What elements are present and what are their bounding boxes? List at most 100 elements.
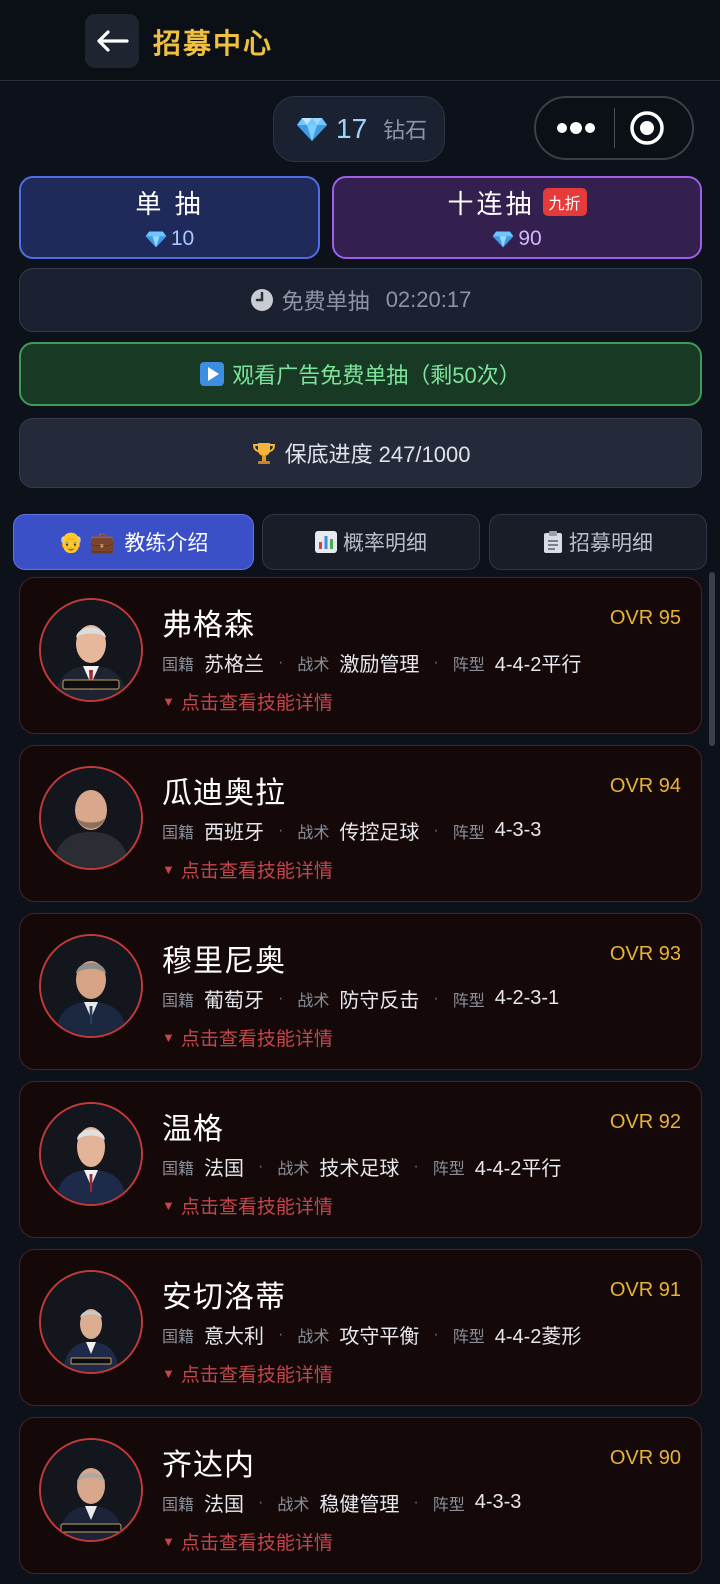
separator-dot: · [258, 1493, 264, 1511]
skill-detail-label: 点击查看技能详情 [180, 1029, 333, 1050]
skill-detail-link[interactable]: ▼ 点击查看技能详情 [162, 1192, 333, 1219]
capsule-divider [614, 108, 615, 148]
ten-draw-button[interactable]: 十连抽 九折 90 [332, 176, 702, 259]
single-draw-cost-value: 10 [170, 227, 195, 250]
separator-dot: · [433, 1325, 439, 1343]
coach-ovr: OVR 92 [609, 1111, 681, 1133]
coach-portrait-icon [41, 1440, 141, 1540]
header-bar: 招募中心 [0, 0, 720, 81]
skill-detail-label: 点击查看技能详情 [180, 861, 333, 882]
coach-ovr: OVR 93 [609, 943, 681, 965]
watch-ad-button[interactable]: 观看广告免费单抽（剩50次） [19, 342, 702, 406]
tab-label: 招募明细 [569, 532, 653, 555]
discount-badge: 九折 [542, 188, 587, 216]
coach-ovr: OVR 95 [609, 607, 681, 629]
play-icon [200, 362, 225, 386]
separator-dot: · [278, 989, 284, 1007]
coach-portrait-icon [41, 768, 141, 868]
watch-ad-label: 观看广告免费单抽（剩50次） [232, 363, 521, 388]
separator-dot: · [278, 821, 284, 839]
page-title: 招募中心 [153, 28, 274, 59]
diamond-icon [145, 231, 167, 248]
skill-detail-link[interactable]: ▼ 点击查看技能详情 [162, 1024, 333, 1051]
diamond-icon [493, 231, 514, 248]
coach-name: 齐达内 [162, 1449, 255, 1482]
diamond-icon [297, 118, 327, 141]
skill-detail-link[interactable]: ▼ 点击查看技能详情 [162, 1360, 333, 1387]
tactic-key: 战术 [297, 656, 330, 674]
separator-dot: · [433, 989, 439, 1007]
more-icon[interactable] [556, 121, 596, 135]
clipboard-icon [544, 531, 562, 553]
coach-avatar [39, 1438, 143, 1542]
coach-card[interactable]: 穆里尼奥 OVR 93 国籍 葡萄牙 · 战术 防守反击 · 阵型 4-2-3-1 ▼… [19, 913, 702, 1070]
nation-key: 国籍 [162, 992, 195, 1010]
nation-key: 国籍 [162, 824, 195, 842]
tab-coach-intro[interactable]: 👴 💼 教练介绍 [13, 514, 254, 570]
coach-ovr: OVR 91 [609, 1279, 681, 1301]
coach-tactic: 传控足球 [339, 822, 420, 844]
coach-card[interactable]: 瓜迪奥拉 OVR 94 国籍 西班牙 · 战术 传控足球 · 阵型 4-3-3 ▼ 点击… [19, 745, 702, 902]
separator-dot: · [413, 1493, 419, 1511]
coach-formation: 4-4-2平行 [474, 1158, 562, 1180]
coach-tactic: 稳健管理 [319, 1494, 400, 1516]
coach-avatar [39, 1270, 143, 1374]
ten-draw-title: 十连抽 九折 [334, 184, 700, 221]
skill-detail-link[interactable]: ▼ 点击查看技能详情 [162, 1528, 333, 1555]
coach-card[interactable]: 齐达内 OVR 90 国籍 法国 · 战术 稳健管理 · 阵型 4-3-3 ▼ 点击查看… [19, 1417, 702, 1574]
coach-card[interactable]: 温格 OVR 92 国籍 法国 · 战术 技术足球 · 阵型 4-4-2平行 ▼ 点击查… [19, 1081, 702, 1238]
clock-icon [250, 289, 273, 311]
separator-dot: · [413, 1157, 419, 1175]
skill-detail-label: 点击查看技能详情 [180, 1533, 333, 1554]
ten-draw-cost-value: 90 [518, 227, 542, 250]
coach-tactic: 激励管理 [339, 654, 420, 676]
coach-name: 弗格森 [162, 609, 255, 642]
tab-label: 教练介绍 [124, 532, 209, 555]
coach-meta: 国籍 西班牙 · 战术 传控足球 · 阵型 4-3-3 [162, 816, 541, 845]
coach-formation: 4-3-3 [474, 1491, 522, 1513]
separator-dot: · [258, 1157, 264, 1175]
trophy-icon [252, 443, 275, 464]
separator-dot: · [433, 821, 439, 839]
tactic-key: 战术 [297, 992, 330, 1010]
ten-draw-label: 十连抽 [447, 189, 535, 219]
coach-name: 瓜迪奥拉 [162, 777, 286, 810]
triangle-down-icon: ▼ [162, 1534, 175, 1549]
formation-key: 阵型 [452, 824, 485, 842]
coach-card[interactable]: 安切洛蒂 OVR 91 国籍 意大利 · 战术 攻守平衡 · 阵型 4-4-2菱形 ▼… [19, 1249, 702, 1406]
coach-nation: 葡萄牙 [204, 990, 265, 1012]
coach-name: 穆里尼奥 [162, 945, 286, 978]
coach-formation: 4-4-2菱形 [494, 1326, 582, 1348]
coach-meta: 国籍 葡萄牙 · 战术 防守反击 · 阵型 4-2-3-1 [162, 984, 559, 1013]
arrow-left-icon [97, 30, 129, 52]
single-draw-cost: 10 [21, 227, 318, 251]
coach-nation: 西班牙 [204, 822, 265, 844]
tab-recruit-details[interactable]: 招募明细 [489, 514, 707, 570]
nation-key: 国籍 [162, 1496, 195, 1514]
triangle-down-icon: ▼ [162, 1030, 175, 1045]
pity-progress-label: 保底进度 247/1000 [284, 442, 471, 467]
triangle-down-icon: ▼ [162, 862, 175, 877]
tab-probability[interactable]: 概率明细 [262, 514, 480, 570]
back-button[interactable] [85, 14, 139, 68]
info-tabs: 👴 💼 教练介绍 概率明细 招募明细 [13, 514, 713, 570]
coach-ovr: OVR 94 [609, 775, 681, 797]
skill-detail-link[interactable]: ▼ 点击查看技能详情 [162, 856, 333, 883]
coach-portrait-icon [41, 936, 141, 1036]
single-draw-button[interactable]: 单 抽 10 [19, 176, 320, 259]
ten-draw-cost: 90 [334, 227, 700, 251]
coach-card[interactable]: 弗格森 OVR 95 国籍 苏格兰 · 战术 激励管理 · 阵型 4-4-2平行 ▼ 点… [19, 577, 702, 734]
free-draw-button[interactable]: 免费单抽 02:20:17 [19, 268, 702, 332]
close-target-icon[interactable] [629, 110, 665, 146]
diamond-balance: 17 钻石 [273, 96, 445, 162]
scrollbar[interactable] [709, 572, 715, 746]
coach-name: 温格 [162, 1113, 224, 1146]
briefcase-icon: 💼 [89, 531, 115, 554]
formation-key: 阵型 [452, 1328, 485, 1346]
separator-dot: · [278, 653, 284, 671]
coach-nation: 法国 [204, 1158, 245, 1180]
coach-avatar [39, 766, 143, 870]
coach-ovr: OVR 90 [609, 1447, 681, 1469]
diamond-amount: 17 [336, 113, 368, 144]
skill-detail-link[interactable]: ▼ 点击查看技能详情 [162, 688, 333, 715]
